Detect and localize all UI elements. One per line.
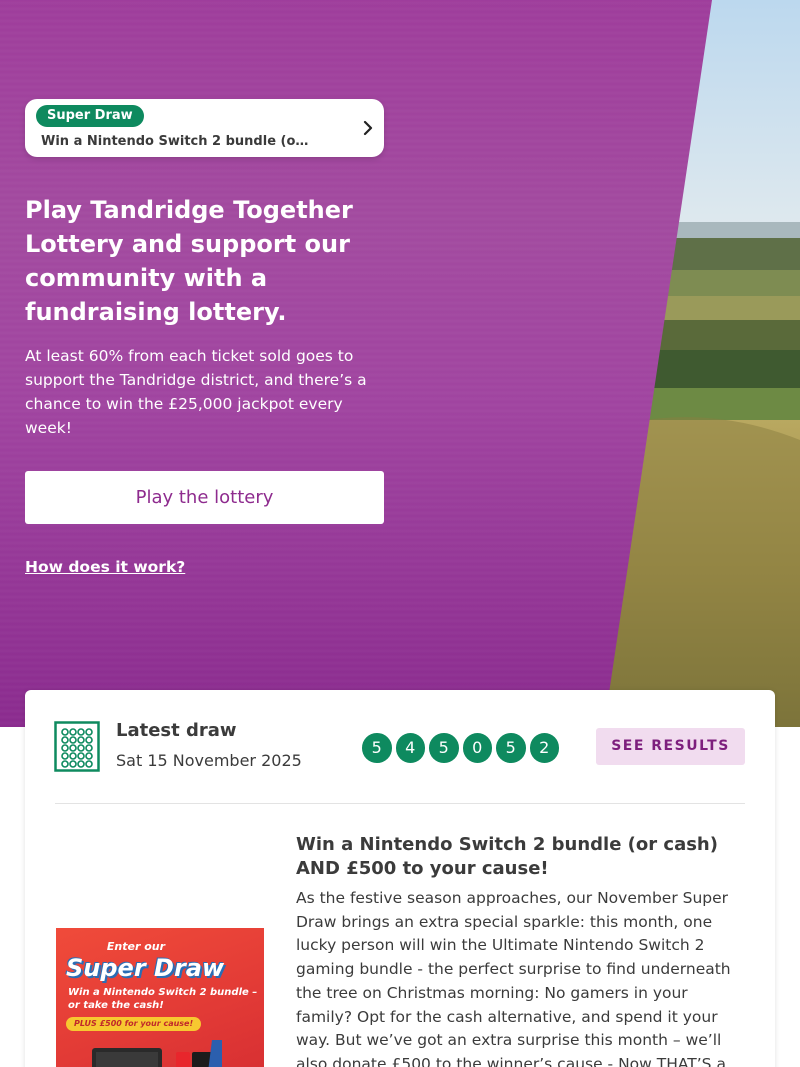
see-results-button[interactable]: SEE RESULTS [596,728,745,765]
draw-number-ball: 5 [496,733,526,763]
how-does-it-work-link[interactable]: How does it work? [25,556,185,578]
hero-title: Play Tandridge Together Lottery and supp… [25,196,353,326]
promo-image-enter-text: Enter our [106,940,166,953]
promo-image-super-draw-text: Super Draw [66,954,225,982]
super-draw-banner[interactable]: Super Draw Win a Nintendo Switch 2 bundl… [25,99,384,157]
draw-numbers: 5 4 5 0 5 2 [362,733,559,763]
hero-section: Super Draw Win a Nintendo Switch 2 bundl… [0,0,800,727]
promo-image-win-text: Win a Nintendo Switch 2 bundle – or take… [68,987,258,1011]
promo-image-plus-badge: PLUS £500 for your cause! [66,1017,202,1031]
game-console-icon [92,1040,222,1067]
super-draw-tag: Super Draw [36,105,144,127]
draw-number-ball: 5 [362,733,392,763]
draw-number-ball: 4 [395,733,425,763]
super-draw-text: Win a Nintendo Switch 2 bundle (or ... [41,134,311,149]
draw-number-ball: 2 [529,733,559,763]
play-lottery-button[interactable]: Play the lottery [25,471,384,524]
draw-number-ball: 0 [462,733,492,763]
lottery-ticket-icon [54,721,100,772]
hero-description: At least 60% from each ticket sold goes … [25,347,367,437]
article-title: Win a Nintendo Switch 2 bundle (or cash)… [296,834,718,879]
chevron-right-icon [363,120,373,136]
latest-draw-card: Latest draw Sat 15 November 2025 5 4 5 0… [25,690,775,1067]
article-body: As the festive season approaches, our No… [296,889,731,1067]
divider [55,803,745,804]
latest-draw-heading: Latest draw [116,720,237,741]
super-draw-promo-image[interactable]: Enter our Super Draw Win a Nintendo Swit… [56,928,264,1067]
draw-number-ball: 5 [429,733,459,763]
latest-draw-date: Sat 15 November 2025 [116,751,302,770]
